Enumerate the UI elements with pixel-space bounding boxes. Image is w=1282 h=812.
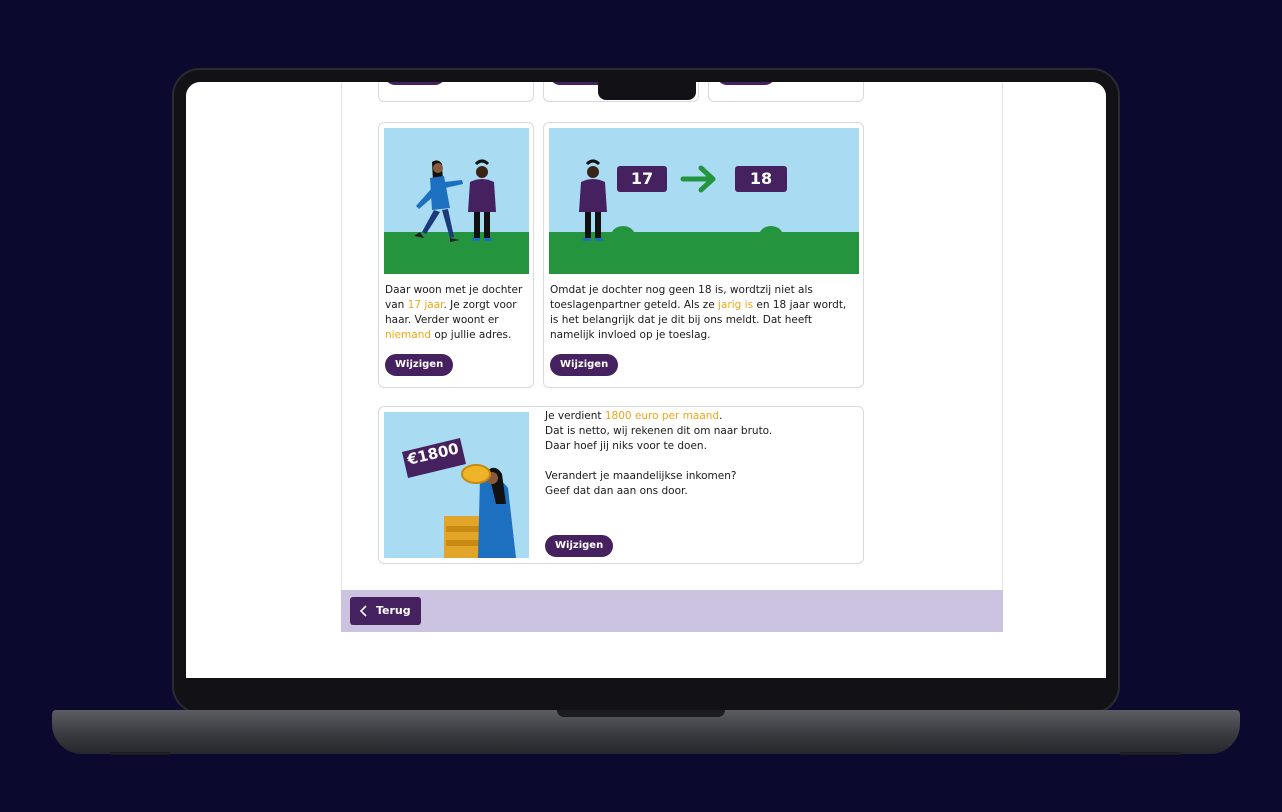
back-button[interactable]: Terug [350,597,421,625]
change-button-partial[interactable] [717,82,775,85]
back-button-label: Terug [376,604,411,617]
page-content: Daar woon met je dochter van 17 jaar. Je… [341,82,1003,632]
laptop-groove [557,710,725,717]
change-button[interactable]: Wijzigen [550,354,619,376]
change-button-partial[interactable] [385,82,445,85]
card-partial [378,82,534,102]
card-income: €1800 Je verdient 1800 euro per maand. D… [378,406,864,564]
illustration-mother-daughter [384,128,529,274]
laptop-foot [110,752,170,755]
card-daughter: Daar woon met je dochter van 17 jaar. Je… [378,122,534,388]
card-daughter-text: Daar woon met je dochter van 17 jaar. Je… [385,284,523,341]
card-income-text: Je verdient 1800 euro per maand. Dat is … [545,410,773,497]
card-partial [708,82,864,102]
footer-bar: Terug [341,590,1003,632]
card-age: 17 18 Omdat je dochter nog geen 18 is, w… [543,122,864,388]
screen: Daar woon met je dochter van 17 jaar. Je… [186,82,1106,678]
change-button[interactable]: Wijzigen [545,535,614,557]
camera-notch [598,82,696,100]
illustration-age: 17 18 [549,128,859,274]
card-age-text: Omdat je dochter nog geen 18 is, wordtzi… [550,284,847,341]
illustration-income: €1800 [384,412,529,558]
age-to-label: 18 [749,169,773,188]
laptop-foot [1120,752,1180,755]
age-from-label: 17 [630,169,654,188]
change-button[interactable]: Wijzigen [385,354,454,376]
chevron-left-icon [360,605,368,617]
